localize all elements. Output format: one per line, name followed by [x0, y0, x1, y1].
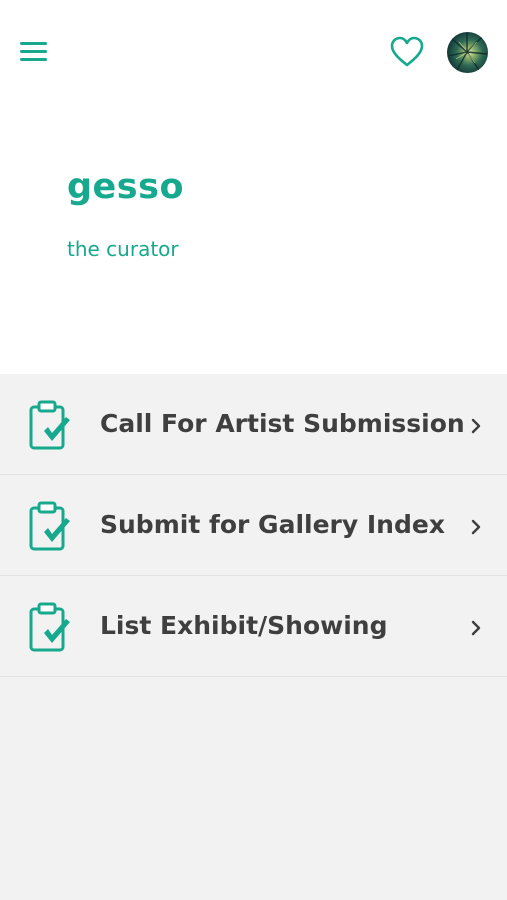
menu-item-label: Submit for Gallery Index [100, 510, 445, 539]
menu-item-call-for-artist-submission[interactable]: Call For Artist Submission [0, 374, 507, 475]
app-screen: gesso the curator Call For Artist Submis… [0, 0, 507, 900]
avatar[interactable] [447, 32, 488, 73]
chevron-right-icon [471, 519, 481, 535]
heart-icon[interactable] [389, 35, 425, 69]
menu-item-label: List Exhibit/Showing [100, 611, 388, 640]
menu-line [20, 58, 47, 61]
clipboard-check-icon [29, 501, 70, 551]
clipboard-check-icon [29, 400, 70, 450]
clipboard-check-icon [29, 602, 70, 652]
menu-line [20, 42, 47, 45]
brand-title: gesso [67, 167, 185, 207]
chevron-right-icon [471, 418, 481, 434]
menu-item-list-exhibit-showing[interactable]: List Exhibit/Showing [0, 576, 507, 677]
hamburger-menu-icon[interactable] [18, 38, 50, 66]
menu-line [20, 50, 47, 53]
brand-subtitle: the curator [67, 237, 179, 261]
menu-item-label: Call For Artist Submission [100, 409, 465, 438]
menu-list: Call For Artist Submission Submit for Ga… [0, 374, 507, 677]
menu-item-submit-for-gallery-index[interactable]: Submit for Gallery Index [0, 475, 507, 576]
header: gesso the curator [0, 0, 507, 374]
chevron-right-icon [471, 620, 481, 636]
